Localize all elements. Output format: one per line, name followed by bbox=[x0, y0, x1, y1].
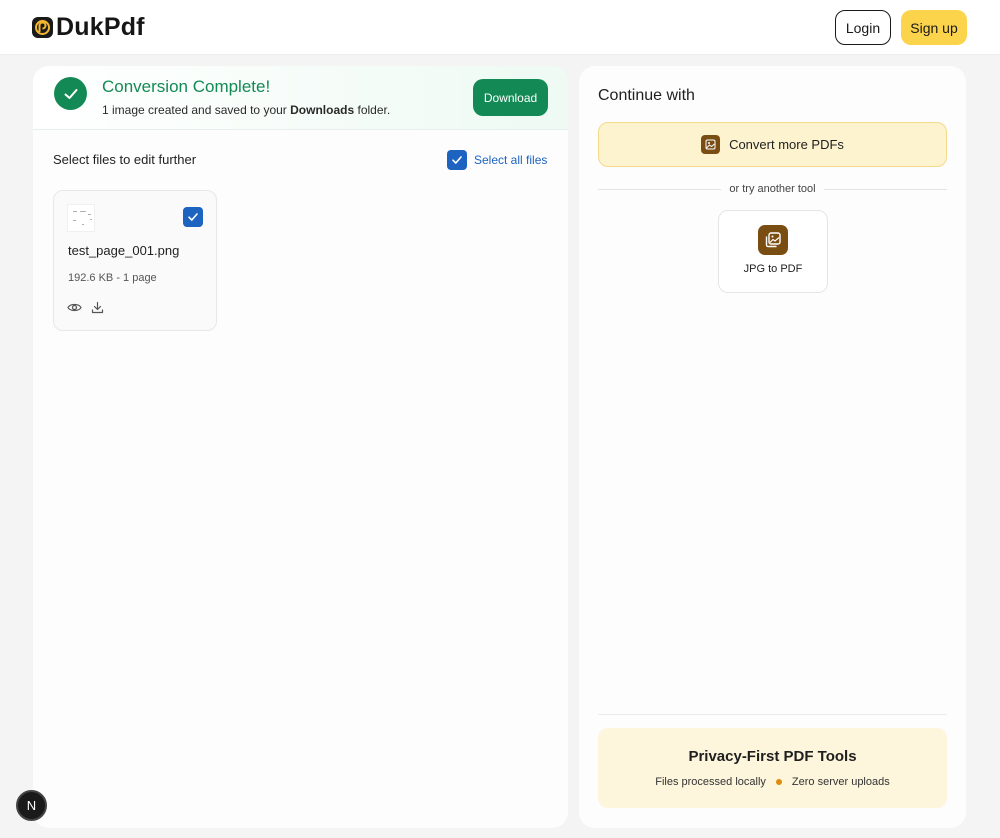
banner-title: Conversion Complete! bbox=[102, 77, 271, 96]
select-all-toggle[interactable]: Select all files bbox=[447, 150, 547, 170]
banner-subtitle: 1 image created and saved to your Downlo… bbox=[102, 103, 390, 117]
file-actions bbox=[67, 301, 104, 319]
tool-jpg-to-pdf[interactable]: JPG to PDF bbox=[718, 210, 828, 293]
continue-title: Continue with bbox=[598, 87, 695, 104]
banner-subtitle-suffix: folder. bbox=[357, 103, 391, 117]
divider-line-right bbox=[823, 188, 947, 190]
image-icon bbox=[701, 135, 721, 154]
file-card[interactable]: test_page_001.png 192.6 KB - 1 page bbox=[53, 190, 217, 331]
divider-text: or try another tool bbox=[729, 183, 816, 195]
privacy-points: Files processed locally Zero server uplo… bbox=[598, 776, 947, 788]
download-button[interactable]: Download bbox=[473, 79, 548, 116]
file-checkbox[interactable] bbox=[183, 207, 203, 227]
brand-name: DukPdf bbox=[56, 12, 145, 41]
file-name: test_page_001.png bbox=[68, 243, 180, 258]
file-meta: 192.6 KB - 1 page bbox=[68, 272, 157, 284]
tool-label: JPG to PDF bbox=[743, 263, 803, 275]
select-files-label: Select files to edit further bbox=[53, 152, 197, 167]
login-button[interactable]: Login bbox=[835, 10, 891, 45]
convert-more-label: Convert more PDFs bbox=[729, 137, 844, 152]
success-check-icon bbox=[54, 77, 87, 110]
brand-logo[interactable]: DukPdf bbox=[32, 13, 145, 41]
images-icon bbox=[758, 225, 788, 255]
privacy-point: Zero server uploads bbox=[791, 776, 890, 788]
select-all-checkbox[interactable] bbox=[447, 150, 467, 170]
privacy-title: Privacy-First PDF Tools bbox=[688, 748, 857, 765]
dev-tools-badge[interactable]: N bbox=[16, 790, 47, 821]
privacy-point: Files processed locally bbox=[655, 776, 766, 788]
logo-icon bbox=[32, 16, 53, 38]
footer-divider bbox=[598, 714, 947, 715]
select-all-label[interactable]: Select all files bbox=[474, 153, 547, 167]
preview-eye-icon[interactable] bbox=[67, 301, 82, 319]
tool-divider: or try another tool bbox=[598, 181, 947, 197]
banner-subtitle-folder: Downloads bbox=[290, 103, 355, 117]
convert-more-button[interactable]: Convert more PDFs bbox=[598, 122, 947, 167]
signup-button[interactable]: Sign up bbox=[901, 10, 967, 45]
download-icon[interactable] bbox=[91, 301, 104, 319]
top-header: DukPdf Login Sign up bbox=[0, 0, 1000, 55]
bullet-dot-icon bbox=[775, 779, 782, 785]
conversion-banner: Conversion Complete! 1 image created and… bbox=[33, 66, 568, 130]
banner-subtitle-prefix: 1 image created and saved to your bbox=[102, 103, 287, 117]
file-thumbnail bbox=[67, 204, 95, 232]
divider-line-left bbox=[598, 188, 722, 190]
continue-panel: Continue with Convert more PDFs or try a… bbox=[579, 66, 966, 828]
results-panel: Conversion Complete! 1 image created and… bbox=[33, 66, 568, 828]
privacy-card: Privacy-First PDF Tools Files processed … bbox=[598, 728, 947, 808]
